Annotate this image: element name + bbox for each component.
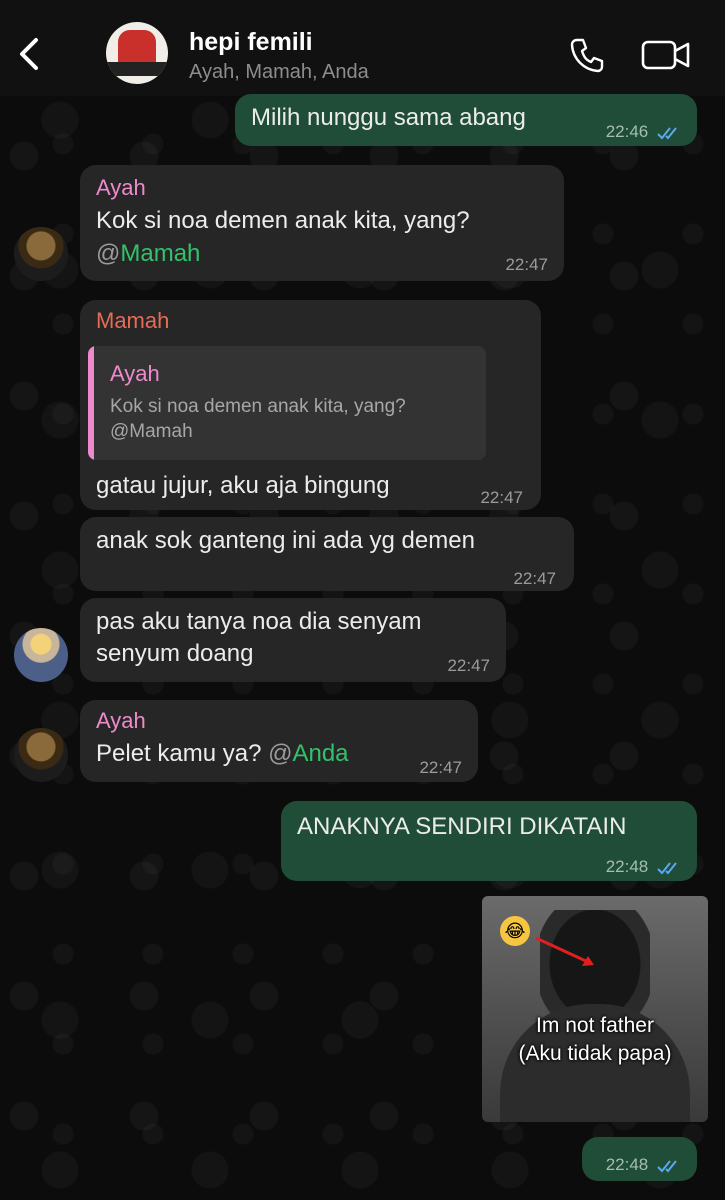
incoming-message[interactable]: Mamah Ayah Kok si noa demen anak kita, y… bbox=[80, 300, 541, 510]
mention-link[interactable]: @Anda bbox=[268, 740, 348, 767]
read-ticks-icon bbox=[657, 126, 677, 140]
sender-name[interactable]: Mamah bbox=[96, 306, 169, 336]
chat-header: hepi femili Ayah, Mamah, Anda bbox=[0, 0, 725, 96]
message-time: 22:46 bbox=[606, 116, 683, 148]
ayah-avatar[interactable] bbox=[14, 227, 68, 281]
group-avatar[interactable] bbox=[106, 22, 168, 84]
red-arrow-icon bbox=[535, 936, 594, 966]
group-title[interactable]: hepi femili bbox=[189, 28, 313, 57]
message-time: 22:48 bbox=[606, 851, 683, 883]
message-text: pas aku tanya noa dia senyam senyum doan… bbox=[96, 608, 422, 667]
message-text: anak sok ganteng ini ada yg demen bbox=[96, 527, 475, 554]
message-text: Pelet kamu ya? @Anda bbox=[96, 740, 349, 767]
mention-link[interactable]: @Mamah bbox=[96, 238, 200, 270]
image-time-bubble[interactable]: 22:48 bbox=[582, 1137, 697, 1181]
avatar-banner bbox=[106, 62, 168, 76]
incoming-message[interactable]: anak sok ganteng ini ada yg demen 22:47 bbox=[80, 517, 574, 591]
mamah-avatar[interactable] bbox=[14, 628, 68, 682]
message-text: Milih nunggu sama abang bbox=[251, 104, 526, 131]
message-text: Kok si noa demen anak kita, yang? bbox=[96, 207, 470, 234]
ayah-avatar[interactable] bbox=[14, 728, 68, 782]
quote-sender: Ayah bbox=[110, 361, 160, 386]
message-time: 22:48 bbox=[606, 1149, 683, 1181]
laughing-emoji-icon: 😂 bbox=[500, 916, 530, 946]
incoming-message[interactable]: pas aku tanya noa dia senyam senyum doan… bbox=[80, 598, 506, 682]
read-ticks-icon bbox=[657, 1159, 677, 1173]
quote-text: Kok si noa demen anak kita, yang? @Mamah bbox=[110, 396, 406, 442]
sender-name[interactable]: Ayah bbox=[96, 706, 146, 736]
meme-image[interactable]: 😂 Im not father (Aku tidak papa) bbox=[482, 896, 708, 1122]
video-camera-icon[interactable] bbox=[641, 38, 691, 72]
incoming-message[interactable]: Ayah Pelet kamu ya? @Anda 22:47 bbox=[80, 700, 478, 782]
message-text: ANAKNYA SENDIRI DIKATAIN bbox=[297, 813, 627, 840]
read-ticks-icon bbox=[657, 861, 677, 875]
quoted-message[interactable]: Ayah Kok si noa demen anak kita, yang? @… bbox=[88, 346, 486, 460]
mention-name: Mamah bbox=[120, 240, 201, 267]
message-time: 22:47 bbox=[447, 656, 490, 675]
outgoing-message[interactable]: Milih nunggu sama abang 22:46 bbox=[235, 94, 697, 146]
message-time: 22:47 bbox=[505, 255, 548, 274]
quote-accent-bar bbox=[88, 346, 94, 460]
incoming-message[interactable]: Ayah Kok si noa demen anak kita, yang? @… bbox=[80, 165, 564, 281]
meme-caption: Im not father (Aku tidak papa) bbox=[518, 1014, 672, 1065]
mention-name: Anda bbox=[292, 740, 349, 767]
sender-name[interactable]: Ayah bbox=[96, 173, 146, 203]
message-time: 22:47 bbox=[480, 488, 523, 507]
back-chevron-icon[interactable] bbox=[14, 34, 44, 74]
message-time: 22:47 bbox=[419, 758, 462, 777]
outgoing-message[interactable]: ANAKNYA SENDIRI DIKATAIN 22:48 bbox=[281, 801, 697, 881]
message-time: 22:47 bbox=[513, 569, 556, 588]
message-text: gatau jujur, aku aja bingung bbox=[96, 472, 390, 499]
phone-icon[interactable] bbox=[568, 36, 606, 74]
group-members: Ayah, Mamah, Anda bbox=[189, 61, 369, 83]
